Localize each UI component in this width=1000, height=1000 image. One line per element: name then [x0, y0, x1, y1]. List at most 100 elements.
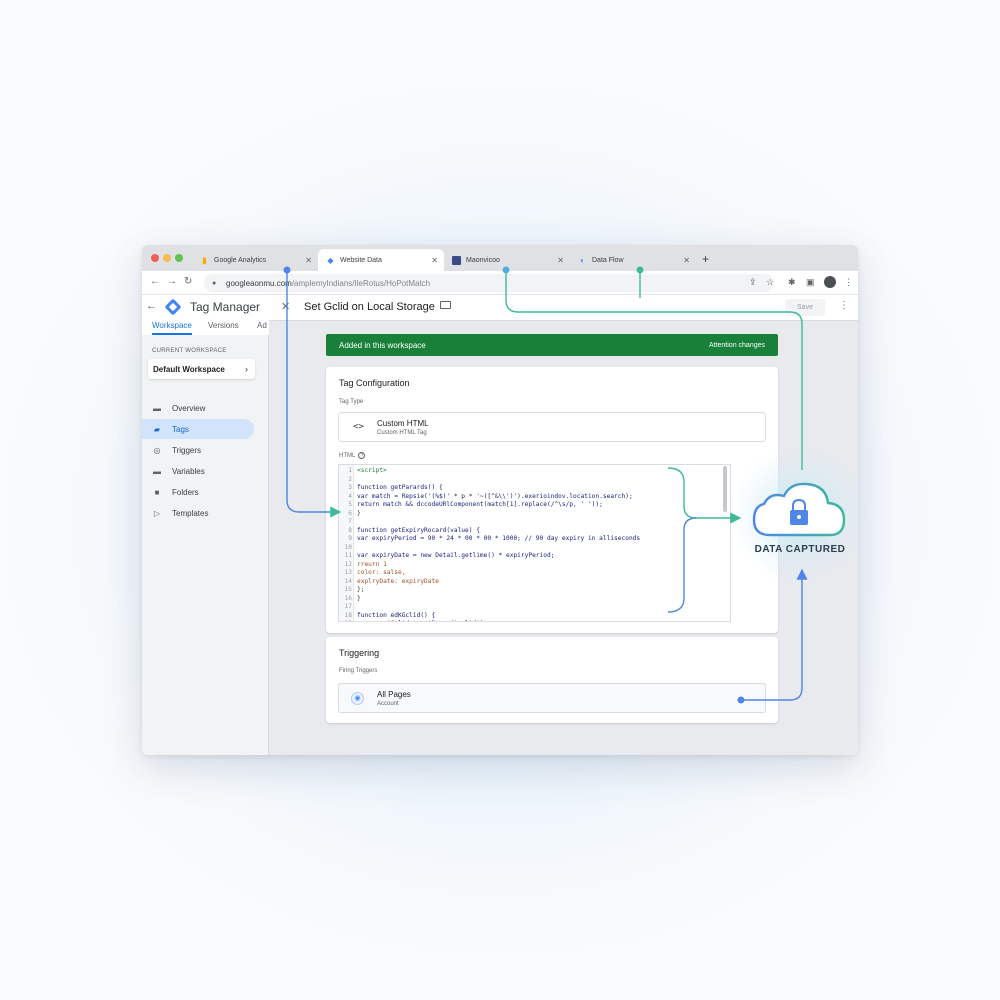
browser-window: ▮ Google Analytics ✕ ◆ Website Data ✕ Ma…: [142, 245, 858, 755]
sidebar-item-tags[interactable]: ▰ Tags: [142, 419, 254, 439]
code-text: function getParards() {: [357, 484, 443, 491]
line-number: 3: [348, 484, 352, 491]
code-text: var expiryPeriod = 90 * 24 * 00 * 00 * 1…: [357, 535, 641, 542]
sidebar-item-folders[interactable]: ■ Folders: [142, 482, 254, 502]
new-tab-button[interactable]: +: [702, 252, 709, 266]
workspace-selector[interactable]: Default Workspace ›: [148, 359, 255, 379]
code-text: explryDate: expiryDate: [357, 577, 439, 585]
close-tab-icon[interactable]: ✕: [305, 256, 312, 265]
tab-strip: ▮ Google Analytics ✕ ◆ Website Data ✕ Ma…: [142, 245, 858, 271]
gtm-tabs: Workspace Versions Ad: [142, 321, 269, 335]
pageview-trigger-icon: ◉: [351, 692, 364, 705]
tab-versions[interactable]: Versions: [208, 321, 239, 330]
code-text: var match = Repsie('(%$)' * p * '~([^&\\…: [357, 492, 633, 500]
code-text: function getExpiryRocard(value) {: [357, 526, 480, 534]
share-icon[interactable]: ⇪: [749, 277, 757, 288]
sidebar-item-triggers[interactable]: ◎ Triggers: [142, 440, 254, 460]
maximize-window-button[interactable]: [175, 254, 183, 262]
line-number: 18: [344, 611, 352, 619]
close-window-button[interactable]: [151, 254, 159, 262]
address-bar-row: ← → ↻ ● googleaonmu.com /amplemyIndians/…: [142, 271, 858, 295]
trigger-icon: ◎: [153, 445, 161, 455]
sidebar-item-label: Templates: [172, 508, 209, 518]
code-line: 17: [339, 603, 730, 612]
code-line: 3 function getParards() {: [339, 484, 730, 493]
tab-google-analytics[interactable]: ▮ Google Analytics ✕: [192, 249, 318, 271]
forward-arrow-icon[interactable]: →: [167, 276, 177, 287]
more-options-icon[interactable]: ⋮: [839, 300, 849, 311]
tag-configuration-card: Tag Configuration Tag Type <> Custom HTM…: [326, 367, 778, 633]
tab-label: Data Flow: [592, 256, 624, 264]
tab-admin[interactable]: Ad: [257, 321, 267, 330]
sidebar-item-label: Tags: [172, 424, 189, 434]
sidebar-item-variables[interactable]: ▬ Variables: [142, 461, 254, 481]
help-icon[interactable]: ?: [358, 452, 366, 459]
code-text: };: [357, 586, 365, 593]
code-brackets-icon: <>: [353, 422, 364, 432]
minimize-window-button[interactable]: [163, 254, 171, 262]
url-path: /amplemyIndians/IleRotus/HoPotMatch: [291, 278, 431, 288]
html-code-editor[interactable]: 1 <script> 2 3 function getParards() {4 var m…: [338, 464, 731, 622]
code-line: 19 var getGclid = getParam('gclid');: [339, 620, 730, 621]
template-icon: ▷: [153, 508, 161, 518]
extensions-icon[interactable]: ✱: [788, 277, 796, 288]
tab-workspace[interactable]: Workspace: [152, 321, 192, 335]
folder-icon[interactable]: [440, 301, 451, 309]
html-field-label: HTML?: [339, 452, 366, 459]
site-favicon-icon: [452, 255, 461, 265]
code-line: 16}: [339, 594, 730, 604]
code-text: rreurn 1: [357, 560, 387, 568]
code-line: 4 var match = Repsie('(%$)' * p * '~([^&\…: [339, 492, 730, 502]
tag-name-field[interactable]: Set Gclid on Local Storage: [304, 301, 435, 313]
bookmark-star-icon[interactable]: ☆: [766, 277, 774, 288]
tab-label: Maonvicoo: [466, 256, 500, 264]
close-icon[interactable]: ✕: [281, 300, 290, 313]
tag-type-selector[interactable]: <> Custom HTML Custom HTML Tag: [338, 412, 766, 442]
sidebar-item-overview[interactable]: ▬ Overview: [142, 398, 254, 418]
browser-menu-icon[interactable]: ⋮: [844, 277, 853, 288]
trigger-description: Account: [377, 701, 399, 707]
triggering-card: Triggering Firing Triggers ◉ All Pages A…: [326, 637, 778, 723]
gtm-header: ← Tag Manager Workspace Versions Ad: [142, 295, 269, 335]
tab-website-data[interactable]: ◆ Website Data ✕: [318, 249, 444, 271]
line-number: 17: [344, 603, 352, 610]
code-line: 10: [339, 544, 730, 553]
analytics-icon: ▮: [202, 255, 207, 265]
line-number: 4: [348, 492, 352, 500]
url-input[interactable]: ● googleaonmu.com /amplemyIndians/IleRot…: [204, 274, 774, 292]
sidebar-item-label: Overview: [172, 403, 206, 413]
section-title: Triggering: [339, 648, 380, 658]
banner-action-link[interactable]: Attention changes: [709, 342, 765, 349]
line-number: 1: [348, 467, 352, 474]
sidepanel-icon[interactable]: ▣: [806, 277, 815, 288]
briefcase-icon: ▬: [153, 403, 161, 413]
sidebar-item-templates[interactable]: ▷ Templates: [142, 503, 254, 523]
current-workspace-label: CURRENT WORKSPACE: [152, 348, 227, 354]
code-text: return match && dccodeURlComponent(match…: [357, 501, 603, 508]
tab-maonvicoo[interactable]: Maonvicoo ✕: [444, 249, 570, 271]
back-arrow-icon[interactable]: ←: [146, 300, 157, 312]
sidebar-item-label: Variables: [172, 466, 205, 476]
close-tab-icon[interactable]: ✕: [683, 256, 690, 265]
code-line: 12 rreurn 1: [339, 560, 730, 570]
save-button[interactable]: Save: [785, 299, 825, 316]
profile-avatar[interactable]: [824, 276, 836, 288]
code-line: 6}: [339, 510, 730, 519]
workspace-status-banner: Added in this workspace Attention change…: [326, 334, 778, 356]
code-text: color: salse,: [357, 569, 406, 576]
line-number: 5: [348, 501, 352, 508]
tag-type-description: Custom HTML Tag: [377, 430, 427, 436]
line-number: 2: [348, 475, 352, 483]
code-text: }: [357, 594, 361, 602]
close-tab-icon[interactable]: ✕: [431, 256, 438, 265]
reload-icon[interactable]: ↻: [184, 276, 192, 287]
trigger-all-pages[interactable]: ◉ All Pages Account: [338, 683, 766, 713]
gtm-sidebar: ← Tag Manager Workspace Versions Ad CURR…: [142, 295, 269, 755]
close-tab-icon[interactable]: ✕: [557, 256, 564, 265]
chevron-right-icon: ›: [245, 364, 248, 374]
back-arrow-icon[interactable]: ←: [150, 276, 160, 287]
tab-data-flow[interactable]: ◐ Data Flow ✕: [570, 249, 696, 271]
code-line: 15};: [339, 586, 730, 595]
site-info-icon: ●: [212, 279, 217, 287]
editor-scrollbar[interactable]: [723, 466, 727, 512]
